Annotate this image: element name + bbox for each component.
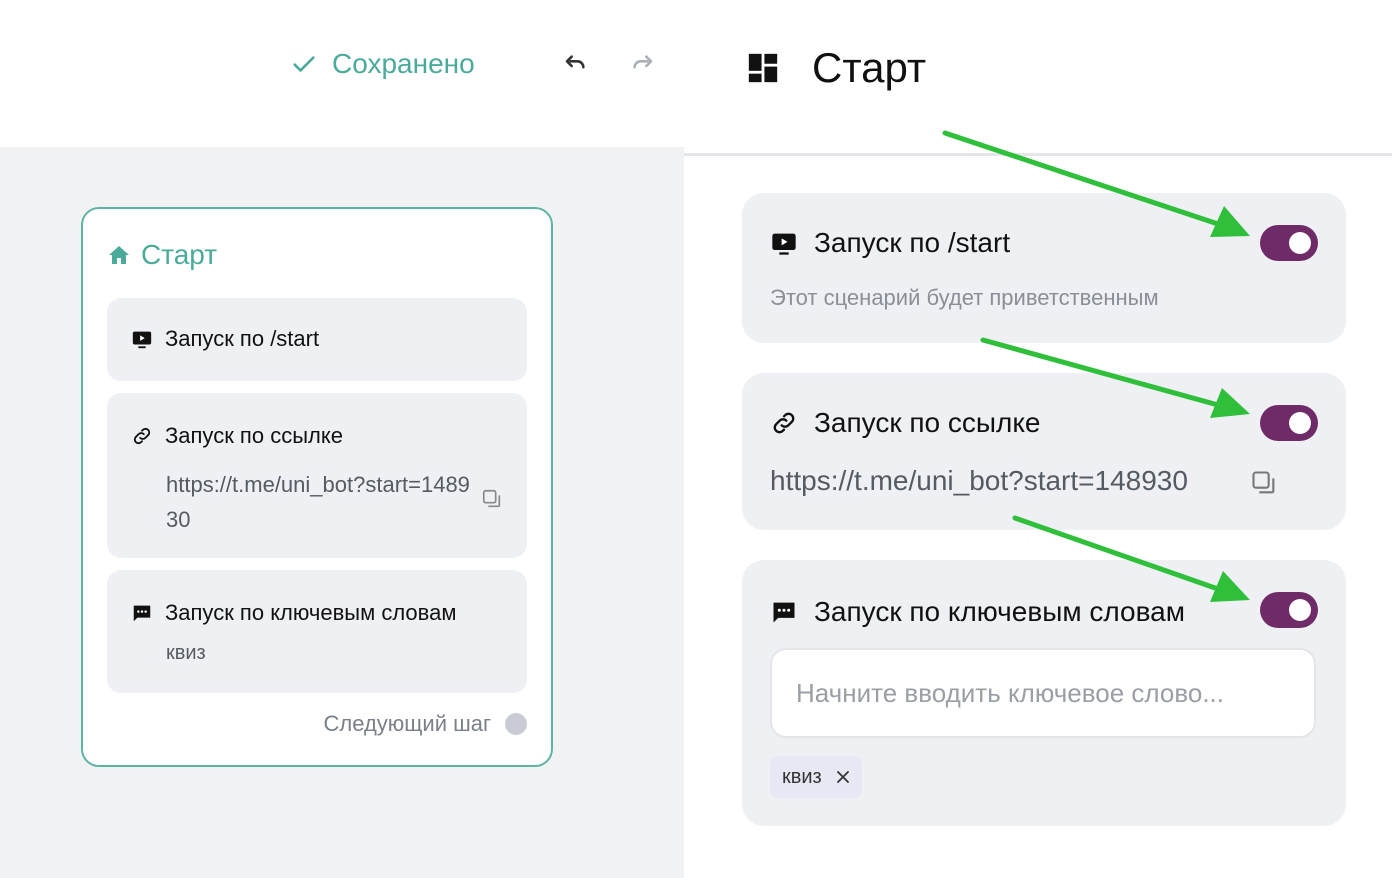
trigger-start-toggle[interactable] [1260,225,1318,261]
trigger-start-card: Запуск по /start Этот сценарий будет при… [742,193,1346,343]
keyword-chip-label: квиз [782,765,822,788]
trigger-link-title: Запуск по ссылке [814,407,1041,438]
close-icon[interactable] [836,770,850,784]
link-icon [133,427,151,445]
save-status-label: Сохранено [332,48,475,79]
chat-icon [773,602,795,623]
video-icon [132,331,152,349]
editor-canvas: Сохранено Старт Запуск по /start Запуск … [0,0,684,878]
node-trigger-start[interactable]: Запуск по /start [107,298,527,381]
node-trigger-link-label: Запуск по ссылке [165,423,343,448]
node-title: Старт [107,239,217,271]
settings-panel: Старт Запуск по /start Этот сценарий буд… [684,0,1392,878]
trigger-keywords-card: Запуск по ключевым словам квиз [742,560,1346,826]
node-link-url: https://t.me/uni_bot?start=148930 [166,472,470,532]
node-trigger-start-label: Запуск по /start [165,326,320,351]
node-trigger-link[interactable]: Запуск по ссылке https://t.me/uni_bot?st… [107,393,527,558]
redo-icon[interactable] [630,52,658,80]
save-status: Сохранено [290,48,475,80]
trigger-link-toggle[interactable] [1260,405,1318,441]
panel-header: Старт [684,0,1392,156]
trigger-start-title: Запуск по /start [814,227,1011,258]
home-icon [109,246,129,264]
node-keyword: квиз [166,642,206,664]
next-step-connector[interactable] [505,713,527,735]
start-node[interactable]: Старт Запуск по /start Запуск по ссылке … [81,207,553,767]
node-trigger-keywords[interactable]: Запуск по ключевым словам квиз [107,570,527,693]
chat-icon [133,605,151,622]
check-icon [293,56,315,72]
next-step: Следующий шаг [323,711,527,737]
link-icon [773,412,795,434]
trigger-link-card: Запуск по ссылке https://t.me/uni_bot?st… [742,373,1346,530]
copy-icon[interactable] [481,488,503,510]
keyword-chip: квиз [770,756,862,798]
trigger-keywords-title: Запуск по ключевым словам [814,596,1185,627]
node-trigger-keywords-label: Запуск по ключевым словам [165,600,457,625]
panel-title: Старт [812,44,927,91]
editor-toolbar: Сохранено [0,0,684,147]
keyword-input[interactable] [770,648,1316,738]
trigger-keywords-toggle[interactable] [1260,592,1318,628]
trigger-link-url[interactable]: https://t.me/uni_bot?start=148930 [770,465,1188,497]
dashboard-icon [748,53,778,83]
undo-icon[interactable] [560,52,588,80]
next-step-label: Следующий шаг [323,711,491,736]
trigger-start-description: Этот сценарий будет приветственным [770,285,1159,310]
copy-icon[interactable] [1250,469,1278,497]
video-icon [772,233,796,255]
node-title-label: Старт [141,239,218,270]
